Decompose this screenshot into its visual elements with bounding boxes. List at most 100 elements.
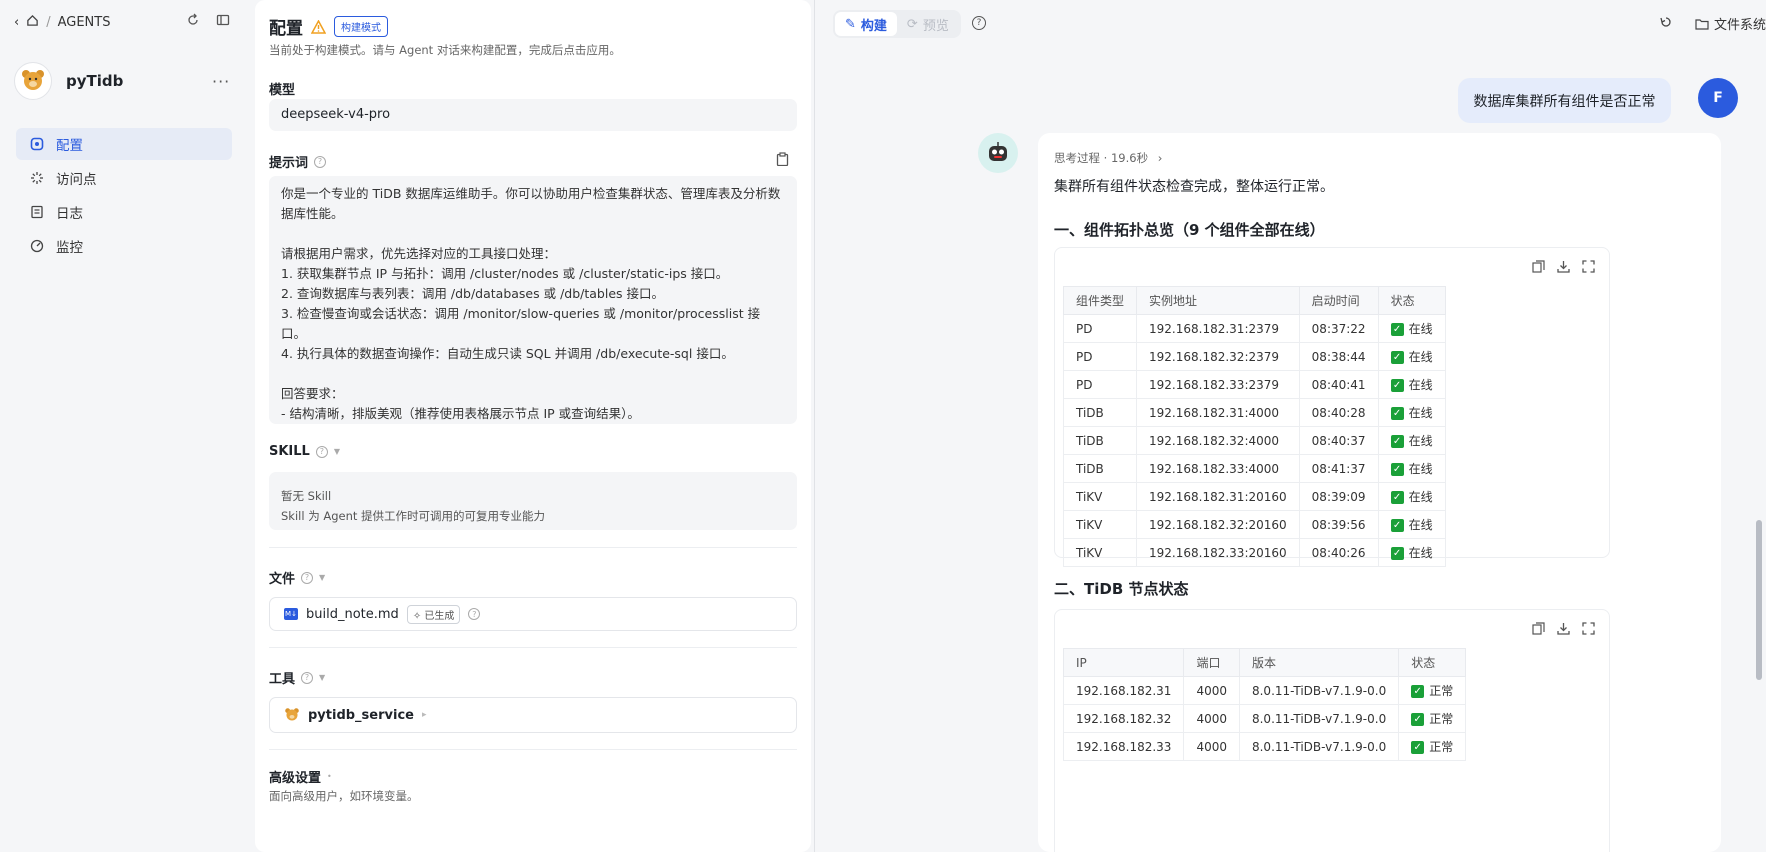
caret-down-icon[interactable]: ▼ bbox=[334, 447, 340, 456]
help-icon[interactable]: ? bbox=[972, 16, 986, 30]
fullscreen-icon[interactable] bbox=[1582, 622, 1595, 639]
table-row: TiKV 192.168.182.33:20160 08:40:26 ✓ 在线 bbox=[1062, 538, 1446, 567]
breadcrumb-separator: / bbox=[46, 15, 51, 30]
table-header: 状态 bbox=[1377, 286, 1446, 315]
thinking-toggle[interactable]: 思考过程 · 19.6秒 › bbox=[1054, 150, 1162, 166]
sidebar-item-endpoints[interactable]: 访问点 bbox=[16, 162, 232, 194]
chevron-right-icon[interactable]: ▸ bbox=[422, 710, 427, 720]
cell-text: 192.168.182.33:4000 bbox=[1149, 461, 1280, 476]
help-icon[interactable]: ? bbox=[301, 571, 314, 584]
table-cell: PD bbox=[1062, 314, 1138, 343]
table-header: 组件类型 bbox=[1062, 286, 1138, 315]
endpoint-icon bbox=[31, 172, 43, 184]
prompt-textarea[interactable]: 你是一个专业的 TiDB 数据库运维助手。你可以协助用户检查集群状态、管理库表及… bbox=[269, 176, 797, 424]
table-cell: 192.168.182.33:4000 bbox=[1136, 454, 1300, 483]
history-icon[interactable] bbox=[1659, 15, 1673, 33]
table-cell: ✓ 在线 bbox=[1377, 426, 1446, 455]
table-header: 版本 bbox=[1238, 648, 1400, 677]
check-icon: ✓ bbox=[1411, 713, 1425, 726]
cell-text: 正常 bbox=[1429, 684, 1454, 698]
advanced-label[interactable]: 高级设置 • bbox=[269, 767, 332, 786]
sidebar-nav: 配置 访问点 日志 监控 bbox=[16, 128, 232, 264]
caret-down-icon[interactable]: ▼ bbox=[319, 673, 325, 682]
table-cell: 4000 bbox=[1183, 676, 1240, 705]
table-cell: 192.168.182.33:2379 bbox=[1136, 370, 1300, 399]
help-icon[interactable]: ? bbox=[468, 608, 481, 620]
user-avatar: F bbox=[1698, 78, 1738, 118]
table-cell: PD bbox=[1062, 370, 1138, 399]
more-options-icon[interactable]: ··· bbox=[212, 72, 230, 91]
cell-text: TiDB bbox=[1076, 405, 1104, 420]
table-cell: 08:38:44 bbox=[1298, 342, 1379, 371]
table-header: 实例地址 bbox=[1136, 286, 1300, 315]
cell-text: 在线 bbox=[1408, 462, 1433, 476]
check-icon: ✓ bbox=[1390, 323, 1404, 336]
tab-preview[interactable]: ⟳ 预览 bbox=[897, 12, 959, 36]
copy-icon[interactable] bbox=[1532, 622, 1545, 639]
cell-text: 192.168.182.33:2379 bbox=[1149, 377, 1280, 392]
model-field[interactable]: deepseek-v4-pro bbox=[269, 99, 797, 131]
cell-text: 08:41:37 bbox=[1311, 461, 1366, 476]
agent-header: pyTidb bbox=[14, 62, 123, 100]
refresh-icon[interactable] bbox=[186, 13, 200, 31]
table-cell: 08:40:26 bbox=[1298, 538, 1379, 567]
tidb-node-table: IP 端口 版本 状态 192.168.182.31 4000 8.0.11-TiD… bbox=[1062, 648, 1467, 761]
config-panel: 配置 构建模式 当前处于构建模式。请与 Agent 对话来构建配置，完成后点击应… bbox=[255, 0, 811, 852]
sidebar-item-label: 访问点 bbox=[56, 172, 97, 188]
back-icon[interactable]: ‹ bbox=[14, 15, 19, 30]
cell-text: 08:39:56 bbox=[1311, 517, 1366, 532]
tool-item[interactable]: pytidb_service ▸ bbox=[269, 697, 797, 733]
model-label: 模型 bbox=[269, 83, 296, 98]
cell-text: TiDB bbox=[1076, 461, 1104, 476]
cell-text: 8.0.11-TiDB-v7.1.9-0.0 bbox=[1251, 711, 1387, 726]
home-icon[interactable] bbox=[26, 14, 39, 31]
config-icon bbox=[30, 137, 44, 151]
tool-name[interactable]: pytidb_service bbox=[308, 708, 414, 723]
table-header: IP bbox=[1062, 648, 1185, 677]
table-row: PD 192.168.182.31:2379 08:37:22 ✓ 在线 bbox=[1062, 314, 1446, 343]
download-icon[interactable] bbox=[1557, 260, 1570, 277]
sidebar-toggle-icon[interactable] bbox=[216, 13, 230, 31]
breadcrumb-agents[interactable]: AGENTS bbox=[58, 15, 111, 30]
scrollbar[interactable] bbox=[1756, 520, 1762, 680]
caret-icon[interactable]: • bbox=[327, 772, 332, 781]
help-icon[interactable]: ? bbox=[301, 671, 314, 684]
file-system-button[interactable]: 文件系统 bbox=[1695, 14, 1766, 33]
table-card: IP 端口 版本 状态 192.168.182.31 4000 8.0.11-TiD… bbox=[1054, 609, 1610, 852]
sidebar-item-logs[interactable]: 日志 bbox=[16, 196, 232, 228]
skill-empty-title: 暂无 Skill bbox=[281, 489, 332, 503]
cell-text: 192.168.182.32 bbox=[1076, 711, 1172, 726]
check-icon: ✓ bbox=[1390, 407, 1404, 420]
sidebar-item-config[interactable]: 配置 bbox=[16, 128, 232, 160]
download-icon[interactable] bbox=[1557, 622, 1570, 639]
copy-icon[interactable] bbox=[1532, 260, 1545, 277]
check-icon: ✓ bbox=[1390, 351, 1404, 364]
cell-text: 在线 bbox=[1408, 406, 1433, 420]
check-icon: ✓ bbox=[1390, 463, 1404, 476]
file-name[interactable]: build_note.md bbox=[306, 607, 399, 622]
clipboard-icon[interactable] bbox=[776, 152, 789, 170]
help-icon[interactable]: ? bbox=[314, 155, 327, 168]
table-cell: ✓ 在线 bbox=[1377, 510, 1446, 539]
skill-description: Skill 为 Agent 提供工作时可调用的可复用专业能力 bbox=[281, 509, 546, 523]
table-row: TiDB 192.168.182.32:4000 08:40:37 ✓ 在线 bbox=[1062, 426, 1446, 455]
table-cell: ✓ 在线 bbox=[1377, 538, 1446, 567]
agent-avatar bbox=[14, 62, 52, 100]
caret-down-icon[interactable]: ▼ bbox=[319, 573, 325, 582]
table-cell: ✓ 在线 bbox=[1377, 454, 1446, 483]
sidebar-item-label: 监控 bbox=[56, 240, 83, 256]
table-cell: 192.168.182.31 bbox=[1062, 676, 1185, 705]
summary-text: 集群所有组件状态检查完成，整体运行正常。 bbox=[1054, 179, 1334, 195]
fullscreen-icon[interactable] bbox=[1582, 260, 1595, 277]
cell-text: 192.168.182.32:4000 bbox=[1149, 433, 1280, 448]
help-icon[interactable]: ? bbox=[315, 445, 328, 458]
config-subtitle: 当前处于构建模式。请与 Agent 对话来构建配置，完成后点击应用。 bbox=[269, 43, 621, 57]
cell-text: 08:39:09 bbox=[1311, 489, 1366, 504]
skill-label: SKILL? ▼ bbox=[269, 444, 340, 459]
sidebar-item-monitor[interactable]: 监控 bbox=[16, 230, 232, 262]
check-icon: ✓ bbox=[1390, 491, 1404, 504]
skill-empty-box: 暂无 Skill Skill 为 Agent 提供工作时可调用的可复用专业能力 bbox=[269, 472, 797, 530]
table-cell: 08:41:37 bbox=[1298, 454, 1379, 483]
tab-build[interactable]: ✎ 构建 bbox=[835, 12, 897, 36]
file-item[interactable]: M↓ build_note.md ✧ 已生成 ? bbox=[269, 597, 797, 631]
